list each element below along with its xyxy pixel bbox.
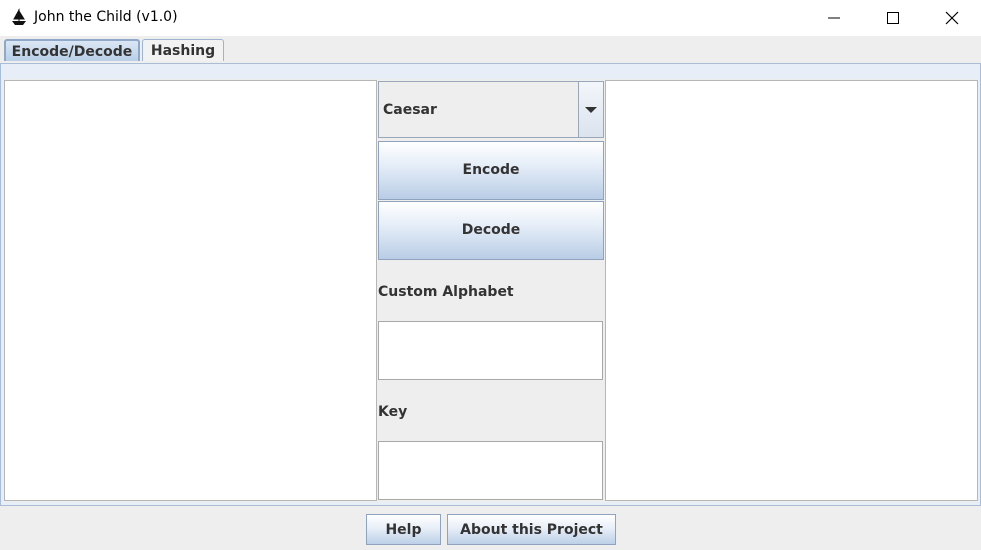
input-text-area[interactable] <box>4 80 377 501</box>
tab-encode-decode[interactable]: Encode/Decode <box>4 39 140 61</box>
cipher-selected-value: Caesar <box>383 102 437 118</box>
key-label: Key <box>378 404 408 420</box>
maximize-icon <box>887 12 899 24</box>
output-text-area[interactable] <box>605 80 978 501</box>
close-button[interactable] <box>923 0 981 36</box>
about-project-button[interactable]: About this Project <box>447 514 616 545</box>
cipher-dropdown-arrow[interactable] <box>578 82 603 137</box>
encode-button[interactable]: Encode <box>378 141 604 200</box>
custom-alphabet-field[interactable] <box>378 321 603 380</box>
close-icon <box>945 11 959 25</box>
custom-alphabet-label: Custom Alphabet <box>378 284 514 300</box>
window-title: John the Child (v1.0) <box>34 9 178 25</box>
minimize-button[interactable] <box>805 0 863 36</box>
decode-button[interactable]: Decode <box>378 201 604 260</box>
encode-decode-panel: Caesar Encode Decode Custom Alphabet Key <box>0 63 981 506</box>
cipher-select[interactable]: Caesar <box>378 81 604 138</box>
minimize-icon <box>828 17 840 19</box>
maximize-button[interactable] <box>864 0 922 36</box>
ship-icon <box>10 8 28 26</box>
key-field[interactable] <box>378 441 603 500</box>
tab-strip: Encode/Decode Hashing <box>0 36 981 63</box>
panel-content: Caesar Encode Decode Custom Alphabet Key <box>3 79 978 502</box>
title-bar: John the Child (v1.0) <box>0 0 981 36</box>
tab-hashing[interactable]: Hashing <box>142 39 224 61</box>
chevron-down-icon <box>585 107 597 113</box>
help-button[interactable]: Help <box>366 514 441 545</box>
